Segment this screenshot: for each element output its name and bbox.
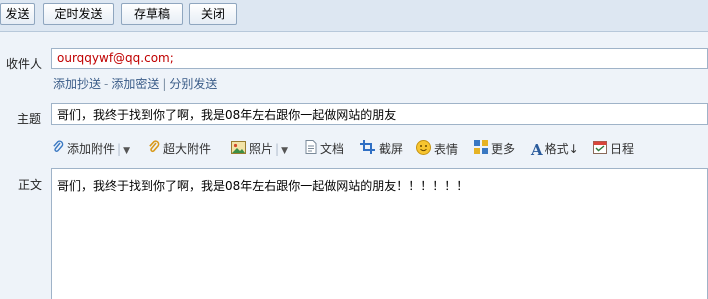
photo-label: 照片 bbox=[249, 142, 274, 156]
large-attachment-button[interactable]: 超大附件 bbox=[148, 140, 211, 158]
add-attachment-button[interactable]: 添加附件 | ▼ bbox=[52, 140, 130, 158]
add-cc-link[interactable]: 添加抄送 bbox=[53, 77, 101, 91]
screenshot-label: 截屏 bbox=[379, 142, 404, 156]
subject-field[interactable]: 哥们，我终于找到你了啊，我是08年左右跟你一起做网站的朋友 bbox=[51, 103, 708, 125]
add-attachment-label: 添加附件 bbox=[67, 142, 116, 156]
paperclip-large-icon bbox=[148, 140, 160, 159]
photo-button[interactable]: 照片 | ▼ bbox=[231, 140, 288, 158]
compose-toolbar: 发送 定时发送 存草稿 关闭 bbox=[0, 0, 708, 32]
body-label: 正文 bbox=[18, 178, 43, 192]
photo-icon bbox=[231, 140, 246, 159]
recipient-label: 收件人 bbox=[6, 57, 43, 71]
send-button[interactable]: 发送 bbox=[0, 3, 35, 25]
subject-label: 主题 bbox=[17, 112, 42, 126]
screenshot-button[interactable]: 截屏 bbox=[360, 140, 403, 158]
large-attachment-label: 超大附件 bbox=[163, 142, 212, 156]
chevron-down-icon[interactable]: ▼ bbox=[123, 146, 130, 156]
calendar-label: 日程 bbox=[610, 142, 635, 156]
add-bcc-link[interactable]: 添加密送 bbox=[111, 77, 159, 91]
grid-icon bbox=[474, 140, 488, 159]
close-button[interactable]: 关闭 bbox=[189, 3, 237, 25]
calendar-icon bbox=[593, 140, 607, 159]
more-label: 更多 bbox=[491, 142, 516, 156]
subject-value: 哥们，我终于找到你了啊，我是08年左右跟你一起做网站的朋友 bbox=[57, 108, 397, 122]
recipient-value: ourqqywf@qq.com; bbox=[57, 51, 174, 65]
chevron-down-icon[interactable]: ▼ bbox=[281, 146, 288, 156]
save-draft-button[interactable]: 存草稿 bbox=[121, 3, 183, 25]
smiley-icon bbox=[416, 140, 431, 160]
recipient-options: 添加抄送 - 添加密送 | 分别发送 bbox=[53, 77, 218, 91]
paperclip-icon bbox=[52, 140, 64, 159]
separate-send-link[interactable]: 分别发送 bbox=[169, 77, 217, 91]
calendar-button[interactable]: 日程 bbox=[593, 140, 634, 158]
emoji-button[interactable]: 表情 bbox=[416, 140, 458, 158]
screenshot-icon bbox=[360, 140, 376, 159]
font-format-icon: A bbox=[531, 140, 543, 159]
body-content: 哥们，我终于找到你了啊，我是08年左右跟你一起做网站的朋友！！！！！！ bbox=[57, 179, 469, 193]
body-editor[interactable]: 哥们，我终于找到你了啊，我是08年左右跟你一起做网站的朋友！！！！！！ bbox=[51, 168, 708, 299]
document-icon bbox=[305, 140, 317, 159]
recipient-field[interactable]: ourqqywf@qq.com; bbox=[51, 48, 708, 69]
format-button[interactable]: A 格式↓ bbox=[531, 140, 579, 159]
scheduled-send-button[interactable]: 定时发送 bbox=[43, 3, 114, 25]
emoji-label: 表情 bbox=[434, 142, 459, 157]
document-button[interactable]: 文档 bbox=[305, 140, 344, 158]
format-label: 格式↓ bbox=[544, 142, 579, 156]
more-button[interactable]: 更多 bbox=[474, 140, 515, 158]
document-label: 文档 bbox=[320, 142, 345, 156]
